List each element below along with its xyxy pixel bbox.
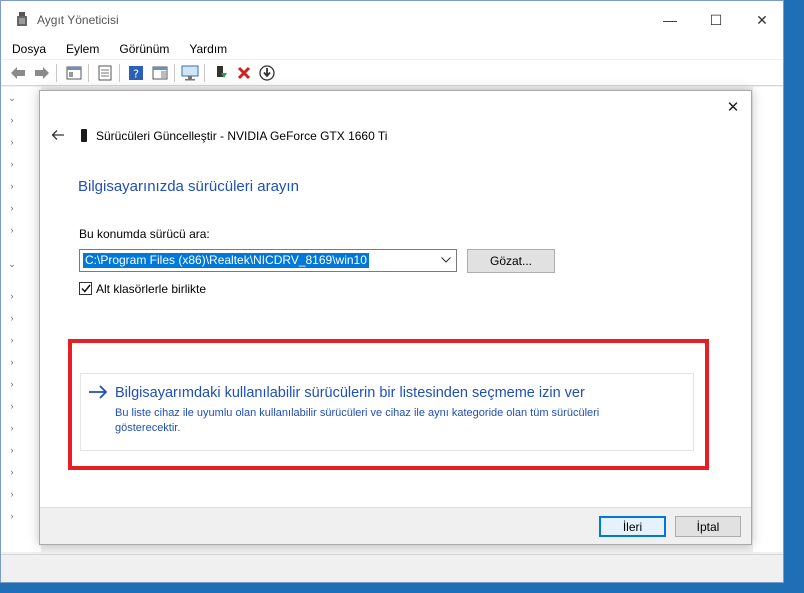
chevron-right-icon[interactable]: › <box>7 489 17 499</box>
menu-bar: Dosya Eylem Görünüm Yardım <box>1 39 783 59</box>
chevron-right-icon[interactable]: › <box>7 225 17 235</box>
menu-yardim[interactable]: Yardım <box>187 42 229 56</box>
next-button[interactable]: İleri <box>599 516 666 537</box>
maximize-button[interactable]: ☐ <box>693 1 739 39</box>
chevron-right-icon[interactable]: › <box>7 511 17 521</box>
download-arrow-icon[interactable] <box>258 64 276 82</box>
arrow-right-icon <box>88 384 108 400</box>
window-title: Aygıt Yöneticisi <box>37 13 119 27</box>
back-arrow-icon[interactable] <box>49 127 67 143</box>
chevron-right-icon[interactable]: › <box>7 357 17 367</box>
title-bar: Aygıt Yöneticisi — ☐ ✕ <box>1 1 783 39</box>
dialog-close-button[interactable]: ✕ <box>723 97 743 117</box>
driver-path-value[interactable]: C:\Program Files (x86)\Realtek\NICDRV_81… <box>83 253 369 268</box>
dialog-footer: İleri İptal <box>40 507 751 544</box>
dialog-heading: Bilgisayarınızda sürücüleri arayın <box>78 178 299 195</box>
chevron-right-icon[interactable]: › <box>7 423 17 433</box>
chevron-right-icon[interactable]: › <box>7 181 17 191</box>
chevron-right-icon[interactable]: › <box>7 291 17 301</box>
action-pane-icon[interactable] <box>151 64 169 82</box>
status-bar <box>1 554 783 582</box>
chevron-right-icon[interactable]: › <box>7 313 17 323</box>
device-manager-icon <box>15 12 29 28</box>
update-driver-icon[interactable] <box>212 64 230 82</box>
chevron-right-icon[interactable]: › <box>7 335 17 345</box>
chevron-down-icon[interactable]: ⌄ <box>7 259 17 269</box>
cancel-button[interactable]: İptal <box>675 516 741 537</box>
update-drivers-dialog: ✕ Sürücüleri Güncelleştir - NVIDIA GeFor… <box>39 90 752 545</box>
chevron-right-icon[interactable]: › <box>7 445 17 455</box>
chevron-right-icon[interactable]: › <box>7 159 17 169</box>
chevron-down-icon[interactable] <box>440 254 452 266</box>
help-icon[interactable]: ? <box>127 64 145 82</box>
properties-icon[interactable] <box>96 64 114 82</box>
scan-hardware-icon[interactable] <box>181 64 199 82</box>
back-arrow-icon[interactable] <box>9 64 27 82</box>
forward-arrow-icon[interactable] <box>33 64 51 82</box>
option-title[interactable]: Bilgisayarımdaki kullanılabilir sürücüle… <box>115 385 585 401</box>
uninstall-device-icon[interactable] <box>235 64 253 82</box>
console-tree-icon[interactable] <box>65 64 83 82</box>
chevron-right-icon[interactable]: › <box>7 467 17 477</box>
tree-scrollbar[interactable] <box>753 87 783 552</box>
browse-button[interactable]: Gözat... <box>467 249 555 273</box>
device-tree[interactable]: ⌄ › › › › › › ⌄ › › › › › › › › › › › <box>1 87 41 552</box>
menu-eylem[interactable]: Eylem <box>64 42 101 56</box>
dialog-title: Sürücüleri Güncelleştir - NVIDIA GeForce… <box>96 129 388 143</box>
chevron-right-icon[interactable]: › <box>7 401 17 411</box>
menu-dosya[interactable]: Dosya <box>10 42 48 56</box>
chevron-down-icon[interactable]: ⌄ <box>7 93 17 103</box>
svg-text:?: ? <box>133 68 139 81</box>
chevron-right-icon[interactable]: › <box>7 379 17 389</box>
device-icon <box>81 129 87 142</box>
chevron-right-icon[interactable]: › <box>7 203 17 213</box>
chevron-right-icon[interactable]: › <box>7 115 17 125</box>
include-subfolders-label[interactable]: Alt klasörlerle birlikte <box>96 282 206 296</box>
toolbar: ? <box>1 60 783 86</box>
include-subfolders-checkbox[interactable] <box>79 282 92 295</box>
menu-gorunum[interactable]: Görünüm <box>117 42 171 56</box>
option-description: Bu liste cihaz ile uyumlu olan kullanıla… <box>115 407 600 434</box>
driver-path-combobox[interactable]: C:\Program Files (x86)\Realtek\NICDRV_81… <box>79 249 457 272</box>
pick-from-list-option[interactable]: Bilgisayarımdaki kullanılabilir sürücüle… <box>80 373 694 451</box>
chevron-right-icon[interactable]: › <box>7 137 17 147</box>
search-location-label: Bu konumda sürücü ara: <box>79 227 210 241</box>
close-button[interactable]: ✕ <box>739 1 785 39</box>
minimize-button[interactable]: — <box>647 1 693 39</box>
